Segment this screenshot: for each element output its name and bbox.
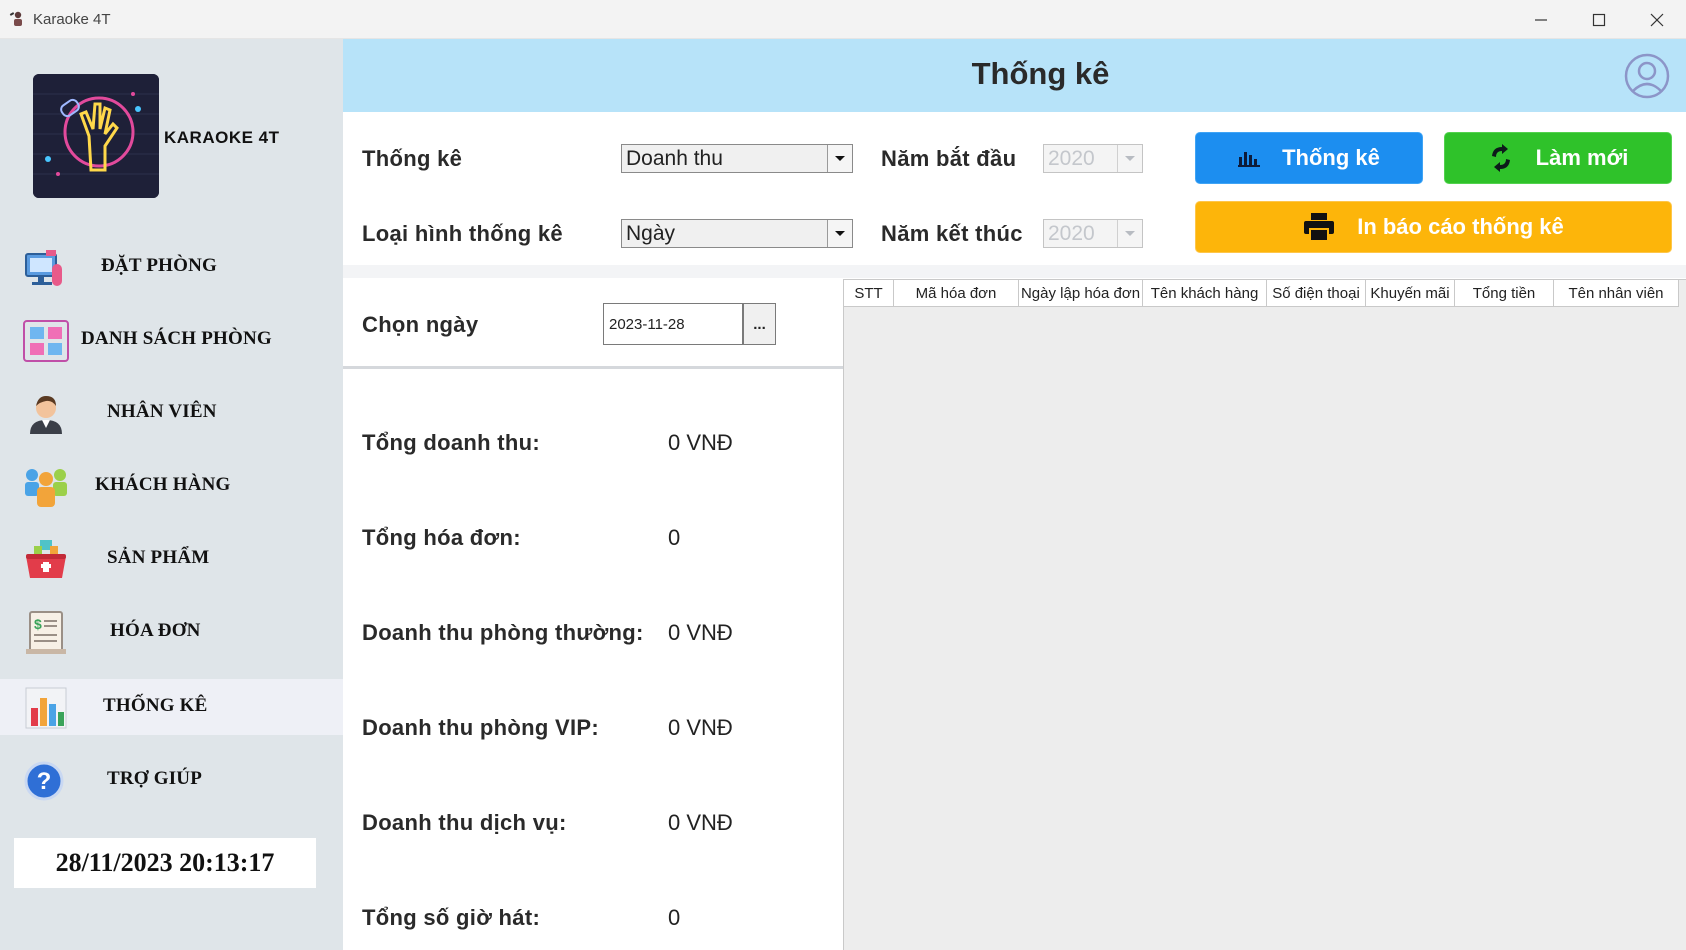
employee-icon xyxy=(30,396,62,434)
stat-type-select[interactable]: Doanh thu xyxy=(621,144,853,173)
date-input[interactable]: 2023-11-28 xyxy=(603,303,743,345)
stats-button-label: Thống kê xyxy=(1282,145,1380,170)
invoice-table[interactable]: STT Mã hóa đơn Ngày lập hóa đơn Tên khác… xyxy=(843,279,1686,950)
chevron-down-icon[interactable] xyxy=(827,220,852,247)
total-singing-hours-label: Tổng số giờ hát: xyxy=(362,905,541,930)
sidebar-item-label: TRỢ GIÚP xyxy=(107,768,203,789)
column-header[interactable]: Mã hóa đơn xyxy=(894,280,1019,307)
choose-date-label: Chọn ngày xyxy=(362,312,479,337)
close-button[interactable] xyxy=(1628,0,1686,39)
total-revenue-label: Tổng doanh thu: xyxy=(362,430,540,455)
total-singing-hours-value: 0 xyxy=(668,905,681,930)
close-icon xyxy=(1650,13,1664,26)
minimize-icon xyxy=(1535,18,1547,21)
total-invoices-value: 0 xyxy=(668,525,681,550)
table-header: STT Mã hóa đơn Ngày lập hóa đơn Tên khác… xyxy=(844,280,1679,307)
column-header[interactable]: Ngày lập hóa đơn xyxy=(1019,280,1143,307)
sidebar-item-label: NHÂN VIÊN xyxy=(107,401,217,422)
column-header[interactable]: STT xyxy=(844,280,894,307)
refresh-icon xyxy=(1491,144,1510,172)
end-year-select[interactable]: 2020 xyxy=(1043,219,1143,248)
start-year-select[interactable]: 2020 xyxy=(1043,144,1143,173)
sidebar-item-label: SẢN PHẨM xyxy=(107,547,210,568)
page-header: Thống kê xyxy=(343,39,1686,112)
karaoke-app-icon xyxy=(9,11,22,26)
maximize-icon xyxy=(1592,13,1606,26)
vip-room-revenue-label: Doanh thu phòng VIP: xyxy=(362,715,599,740)
refresh-button-label: Làm mới xyxy=(1535,145,1629,170)
sidebar: KARAOKE 4T ĐẶT PHÒNG DANH SÁCH PHÒNG NHÂ… xyxy=(0,39,343,950)
sidebar-item-san-pham[interactable]: SẢN PHẨM xyxy=(0,531,343,587)
sidebar-item-khach-hang[interactable]: KHÁCH HÀNG xyxy=(0,458,343,514)
total-invoices-label: Tổng hóa đơn: xyxy=(362,525,521,550)
room-list-icon xyxy=(23,320,69,362)
stat-period-value: Ngày xyxy=(626,222,676,245)
column-header[interactable]: Số điện thoại xyxy=(1267,280,1366,307)
stat-type-label: Thống kê xyxy=(362,146,463,171)
sidebar-item-label: DANH SÁCH PHÒNG xyxy=(81,328,272,349)
date-value: 2023-11-28 xyxy=(609,316,685,333)
help-icon: ? xyxy=(24,761,64,801)
column-header[interactable]: Khuyến mãi xyxy=(1366,280,1455,307)
bar-chart-icon xyxy=(1238,152,1261,167)
chevron-down-icon[interactable] xyxy=(1117,145,1142,172)
end-year-label: Năm kết thúc xyxy=(881,221,1023,246)
summary-panel xyxy=(343,278,843,950)
sidebar-item-label: ĐẶT PHÒNG xyxy=(101,255,217,276)
start-year-label: Năm bắt đầu xyxy=(881,146,1017,171)
print-report-button-label: In báo cáo thống kê xyxy=(1357,214,1564,239)
products-icon xyxy=(26,540,66,578)
sidebar-item-label: THỐNG KÊ xyxy=(103,695,208,716)
stat-period-label: Loại hình thống kê xyxy=(362,221,563,246)
print-report-button[interactable]: In báo cáo thống kê xyxy=(1195,201,1672,253)
user-account-icon[interactable] xyxy=(1624,53,1670,99)
column-header[interactable]: Tên khách hàng xyxy=(1143,280,1267,307)
sidebar-item-label: HÓA ĐƠN xyxy=(110,620,201,641)
minimize-button[interactable] xyxy=(1512,0,1570,39)
vip-room-revenue-value: 0 VNĐ xyxy=(668,715,733,740)
service-revenue-value: 0 VNĐ xyxy=(668,810,733,835)
window-title: Karaoke 4T xyxy=(33,11,111,28)
column-header[interactable]: Tên nhân viên xyxy=(1554,280,1679,307)
end-year-value: 2020 xyxy=(1048,222,1095,245)
refresh-button[interactable]: Làm mới xyxy=(1444,132,1672,184)
column-header[interactable]: Tổng tiền xyxy=(1455,280,1554,307)
standard-room-revenue-value: 0 VNĐ xyxy=(668,620,733,645)
total-revenue-value: 0 VNĐ xyxy=(668,430,733,455)
booking-icon xyxy=(25,250,62,286)
sidebar-item-tro-giup[interactable]: ? TRỢ GIÚP xyxy=(0,752,343,808)
date-picker-button[interactable]: ... xyxy=(743,303,776,345)
brand-name: KARAOKE 4T xyxy=(164,128,280,147)
svg-text:$: $ xyxy=(34,616,42,632)
stat-period-select[interactable]: Ngày xyxy=(621,219,853,248)
sidebar-item-dat-phong[interactable]: ĐẶT PHÒNG xyxy=(0,239,343,295)
customers-icon xyxy=(25,469,67,507)
chevron-down-icon[interactable] xyxy=(827,145,852,172)
sidebar-item-label: KHÁCH HÀNG xyxy=(95,474,231,495)
start-year-value: 2020 xyxy=(1048,147,1095,170)
sidebar-item-hoa-don[interactable]: $ HÓA ĐƠN xyxy=(0,604,343,660)
maximize-button[interactable] xyxy=(1570,0,1628,39)
printer-icon xyxy=(1304,213,1335,242)
service-revenue-label: Doanh thu dịch vụ: xyxy=(362,810,567,835)
invoice-icon: $ xyxy=(26,611,66,654)
summary-divider xyxy=(343,366,843,369)
sidebar-item-nhan-vien[interactable]: NHÂN VIÊN xyxy=(0,385,343,441)
svg-text:?: ? xyxy=(37,768,52,795)
window-titlebar: Karaoke 4T xyxy=(0,0,1686,39)
page-title: Thống kê xyxy=(971,56,1110,91)
statistics-icon xyxy=(25,687,67,729)
sidebar-item-danh-sach-phong[interactable]: DANH SÁCH PHÒNG xyxy=(0,312,343,368)
neon-hand-logo-icon xyxy=(33,74,159,198)
chevron-down-icon[interactable] xyxy=(1117,220,1142,247)
sidebar-item-thong-ke[interactable]: THỐNG KÊ xyxy=(0,679,343,735)
stat-type-value: Doanh thu xyxy=(626,147,723,170)
standard-room-revenue-label: Doanh thu phòng thường: xyxy=(362,620,644,645)
karaoke-logo xyxy=(33,74,159,198)
datetime-clock: 28/11/2023 20:13:17 xyxy=(14,838,316,888)
section-divider xyxy=(343,265,1686,278)
stats-button[interactable]: Thống kê xyxy=(1195,132,1423,184)
